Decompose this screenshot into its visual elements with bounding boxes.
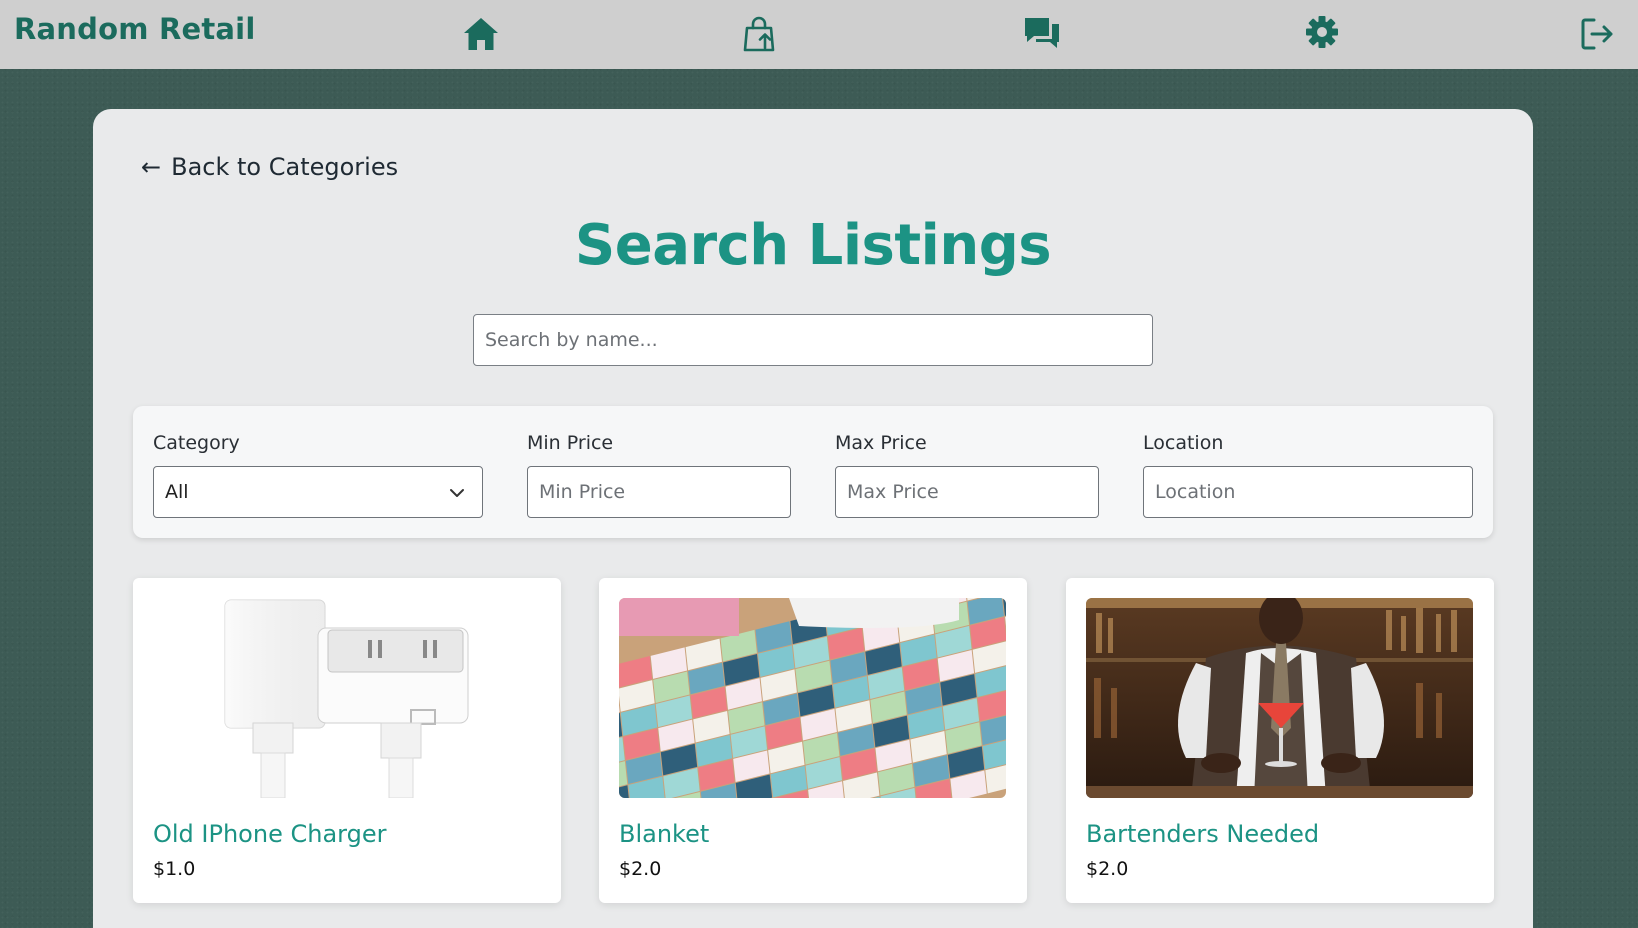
brand-logo[interactable]: Random Retail: [14, 12, 255, 46]
back-link-label: Back to Categories: [171, 153, 399, 181]
listing-price: $2.0: [1086, 858, 1129, 880]
search-input[interactable]: [473, 314, 1153, 366]
location-label: Location: [1143, 432, 1224, 454]
chevron-down-icon: [450, 489, 464, 497]
listing-price: $1.0: [153, 858, 196, 880]
listing-image: [1086, 598, 1473, 798]
gear-icon[interactable]: [1302, 14, 1342, 54]
listing-price: $2.0: [619, 858, 662, 880]
chat-icon[interactable]: [1022, 14, 1062, 54]
logout-icon[interactable]: [1578, 14, 1618, 54]
listing-title: Bartenders Needed: [1086, 820, 1320, 848]
page-title: Search Listings: [574, 213, 1052, 278]
back-to-categories-link[interactable]: ← Back to Categories: [141, 153, 398, 181]
shopping-bag-upload-icon[interactable]: [740, 14, 780, 54]
listing-title: Blanket: [619, 820, 710, 848]
listing-image: [153, 598, 540, 798]
max-price-input[interactable]: [835, 466, 1099, 518]
home-icon[interactable]: [461, 14, 501, 54]
listing-title: Old IPhone Charger: [153, 820, 387, 848]
listing-card[interactable]: Old IPhone Charger $1.0: [133, 578, 561, 903]
category-selected-value: All: [165, 481, 189, 503]
listing-card[interactable]: Blanket $2.0: [599, 578, 1027, 903]
search-panel: ← Back to Categories Search Listings Cate…: [93, 109, 1533, 928]
top-nav-bar: Random Retail: [0, 0, 1638, 69]
category-label: Category: [153, 432, 240, 454]
filter-bar: Category All Min Price Max Price Locatio…: [133, 406, 1493, 538]
listing-card[interactable]: Bartenders Needed $2.0: [1066, 578, 1494, 903]
listing-image: [619, 598, 1006, 798]
category-select[interactable]: All: [153, 466, 483, 518]
location-input[interactable]: [1143, 466, 1473, 518]
min-price-label: Min Price: [527, 432, 614, 454]
min-price-input[interactable]: [527, 466, 791, 518]
max-price-label: Max Price: [835, 432, 927, 454]
back-arrow-icon: ←: [141, 153, 162, 181]
